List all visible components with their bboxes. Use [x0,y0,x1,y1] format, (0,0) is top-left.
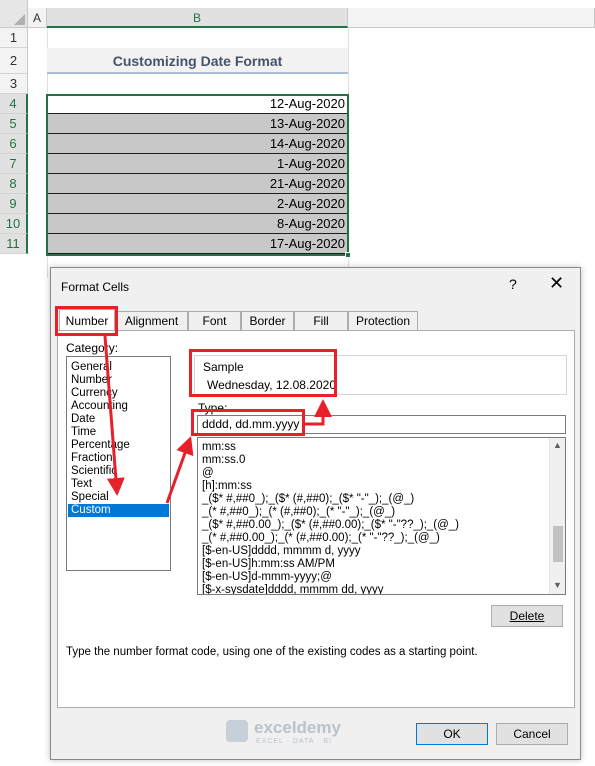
tab-border[interactable]: Border [241,311,294,331]
scroll-down-icon[interactable]: ▼ [553,580,562,590]
row-header-9[interactable]: 9 [0,194,28,214]
scroll-thumb[interactable] [553,526,563,562]
sheet-title[interactable]: Customizing Date Format [47,48,348,74]
category-item-date[interactable]: Date [68,413,169,426]
sample-label: Sample [203,360,244,374]
format-code-list[interactable]: mm:ss mm:ss.0 @ [h]:mm:ss _($* #,##0_);_… [197,437,566,595]
scroll-up-icon[interactable]: ▲ [553,440,562,450]
row-header-5[interactable]: 5 [0,114,28,134]
category-item-custom[interactable]: Custom [68,504,169,517]
close-icon[interactable]: ✕ [549,273,564,294]
category-item-special[interactable]: Special [68,491,169,504]
date-cell[interactable]: 8-Aug-2020 [47,214,348,234]
category-item-number[interactable]: Number [68,374,169,387]
category-item-text[interactable]: Text [68,478,169,491]
date-cell[interactable]: 13-Aug-2020 [47,114,348,134]
list-item[interactable]: [$-x-sysdate]dddd, mmmm dd, yyyy [202,584,384,594]
format-cells-dialog: Format Cells ? ✕ Number Alignment Font B… [50,267,581,760]
row-header-7[interactable]: 7 [0,154,28,174]
category-list[interactable]: General Number Currency Accounting Date … [66,356,171,571]
help-button[interactable]: ? [509,276,517,292]
tab-fill[interactable]: Fill [294,311,348,331]
list-item[interactable]: _($* #,##0_);_($* (#,##0);_($* "-"_);_(@… [202,493,414,506]
gridline [348,28,349,278]
row-header-2[interactable]: 2 [0,48,28,74]
column-header-a[interactable]: A [28,8,47,28]
category-item-scientific[interactable]: Scientific [68,465,169,478]
category-item-currency[interactable]: Currency [68,387,169,400]
list-item[interactable]: [h]:mm:ss [202,480,252,493]
row-header-4[interactable]: 4 [0,94,28,114]
tab-font[interactable]: Font [188,311,241,331]
date-cell[interactable]: 17-Aug-2020 [47,234,348,254]
list-item[interactable]: mm:ss [202,441,236,454]
list-item[interactable]: [$-en-US]d-mmm-yyyy;@ [202,571,332,584]
select-all-corner[interactable] [0,0,28,28]
row-header-8[interactable]: 8 [0,174,28,194]
date-cell[interactable]: 14-Aug-2020 [47,134,348,154]
list-item[interactable]: mm:ss.0 [202,454,245,467]
list-item[interactable]: [$-en-US]dddd, mmmm d, yyyy [202,545,360,558]
dialog-title: Format Cells [61,280,130,294]
list-item[interactable]: @ [202,467,214,480]
delete-button[interactable]: Delete [491,605,563,627]
fill-handle[interactable] [345,252,351,258]
list-item[interactable]: _(* #,##0.00_);_(* (#,##0.00);_(* "-"??_… [202,532,440,545]
delete-button-label: Delete [509,609,545,623]
category-item-fraction[interactable]: Fraction [68,452,169,465]
ok-button[interactable]: OK [416,723,488,745]
date-cell[interactable]: 21-Aug-2020 [47,174,348,194]
tab-protection[interactable]: Protection [348,311,418,331]
category-item-percentage[interactable]: Percentage [68,439,169,452]
row-header-11[interactable]: 11 [0,234,28,254]
sample-value: Wednesday, 12.08.2020 [207,378,336,392]
watermark-tagline: EXCEL · DATA · BI [256,738,332,745]
format-list-scrollbar[interactable]: ▲ ▼ [549,438,565,594]
watermark-name: exceldemy [254,718,341,737]
category-item-general[interactable]: General [68,361,169,374]
number-tab-panel: Category: General Number Currency Accoun… [57,330,575,708]
tab-alignment[interactable]: Alignment [115,311,188,331]
tab-number[interactable]: Number [59,309,115,331]
hint-text: Type the number format code, using one o… [66,646,478,658]
type-input[interactable]: dddd, dd.mm.yyyy [197,415,566,434]
list-item[interactable]: _($* #,##0.00_);_($* (#,##0.00);_($* "-"… [202,519,459,532]
category-item-accounting[interactable]: Accounting [68,400,169,413]
row-header-10[interactable]: 10 [0,214,28,234]
row-header-1[interactable]: 1 [0,28,28,48]
column-header-b[interactable]: B [47,8,348,28]
cancel-button[interactable]: Cancel [496,723,568,745]
date-cell[interactable]: 12-Aug-2020 [47,94,348,114]
row-header-3[interactable]: 3 [0,74,28,94]
type-label: Type: [198,401,228,415]
list-item[interactable]: [$-en-US]h:mm:ss AM/PM [202,558,335,571]
date-cell[interactable]: 1-Aug-2020 [47,154,348,174]
date-cell[interactable]: 2-Aug-2020 [47,194,348,214]
column-header-empty[interactable] [348,8,595,28]
row-header-6[interactable]: 6 [0,134,28,154]
exceldemy-logo-icon [226,720,248,742]
list-item[interactable]: _(* #,##0_);_(* (#,##0);_(* "-"_);_(@_) [202,506,395,519]
sample-group: Sample Wednesday, 12.08.2020 [194,355,567,395]
category-label: Category: [66,341,119,355]
category-item-time[interactable]: Time [68,426,169,439]
